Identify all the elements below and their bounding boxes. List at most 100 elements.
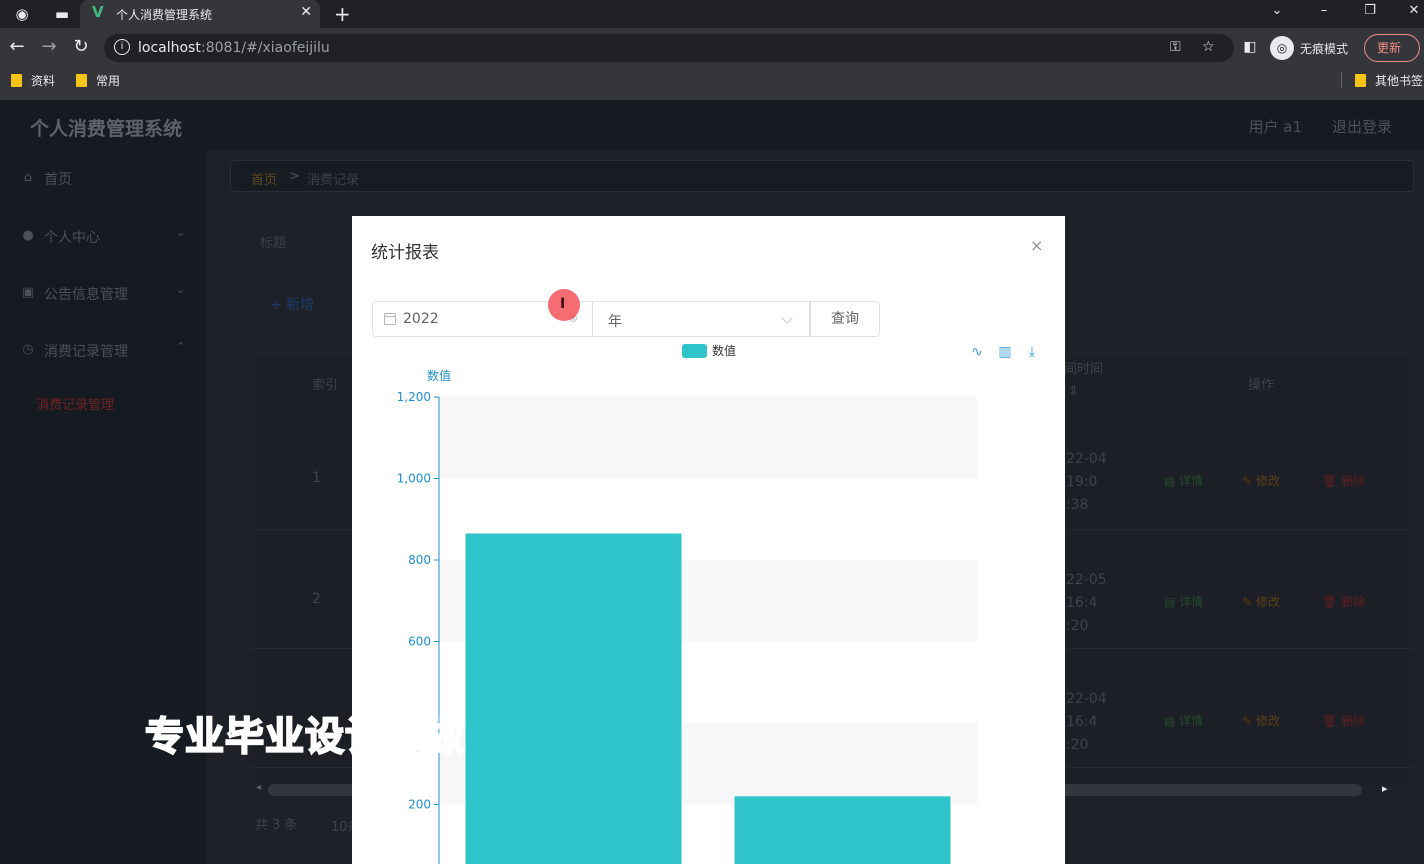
breadcrumb-home[interactable]: 首页 (251, 169, 277, 188)
sidebar-item-label: 消费记录管理 (44, 344, 128, 360)
time-column-header[interactable]: 间时间 (1064, 358, 1103, 377)
delete-button[interactable]: 🗑 删除 (1322, 712, 1365, 729)
update-button[interactable]: 更新 (1364, 34, 1420, 62)
back-icon[interactable]: ← (5, 36, 29, 57)
y-tick-label: 600 (408, 635, 431, 649)
calendar-icon (384, 313, 396, 325)
vue-logo-icon: V (92, 3, 104, 21)
sidebar-item-label: 首页 (44, 172, 72, 188)
bookmark-folder-2[interactable]: 常用 (76, 72, 120, 90)
row-time-line: 22-04 (1066, 451, 1107, 467)
edit-label: 修改 (1255, 595, 1280, 609)
chevron-down-icon (781, 312, 793, 324)
window-icon[interactable]: ▬ (52, 4, 72, 24)
row-index: 1 (312, 470, 321, 486)
row-time-line: :38 (1066, 497, 1089, 513)
bar (465, 533, 682, 864)
split-area-band (439, 397, 977, 479)
folder-icon (76, 74, 87, 87)
folder-icon (11, 74, 22, 87)
restore-icon[interactable]: ❐ (1358, 3, 1382, 18)
row-time-line: 22-05 (1066, 572, 1107, 588)
edit-button[interactable]: ✎ 修改 (1242, 472, 1280, 489)
legend-label: 数值 (712, 343, 736, 358)
sidebar-subitem-expense-records[interactable]: 消费记录管理 (36, 394, 114, 413)
detail-button[interactable]: ▤ 详情 (1164, 593, 1203, 610)
sidebar-item-home[interactable]: ⌂ 首页 (0, 159, 206, 199)
detail-button[interactable]: ▤ 详情 (1164, 712, 1203, 729)
detail-button[interactable]: ▤ 详情 (1164, 472, 1203, 489)
sidebar-item-expenses[interactable]: ◷ 消费记录管理 ⌃ (0, 331, 206, 371)
star-icon[interactable]: ☆ (1202, 39, 1215, 55)
row-time-line: 19:0 (1066, 474, 1098, 490)
edit-button[interactable]: ✎ 修改 (1242, 593, 1280, 610)
row-index: 2 (312, 591, 321, 607)
sidebar-item-notices[interactable]: ▣ 公告信息管理 ⌄ (0, 274, 206, 314)
site-info-icon[interactable]: i (114, 39, 130, 55)
y-tick-label: 800 (408, 553, 431, 567)
add-button[interactable]: + 新增 (270, 294, 314, 314)
pager-total: 共 3 条 (255, 818, 298, 833)
watermark-text: 专业毕业设计代做 (144, 714, 466, 761)
bar (734, 796, 951, 864)
close-icon[interactable]: × (1030, 236, 1043, 255)
detail-label: 详情 (1179, 595, 1204, 609)
forward-icon[interactable]: → (37, 36, 61, 57)
sidebar-item-profile[interactable]: ● 个人中心 ⌄ (0, 217, 206, 257)
url-path: :8081/#/xiaofeijilu (201, 40, 330, 56)
bookmark-folder-1[interactable]: 资料 (11, 72, 55, 90)
sidebar-item-label: 公告信息管理 (44, 287, 128, 303)
browser-tab[interactable]: V 个人消费管理系统 ✕ (80, 0, 320, 28)
period-type-value: 年 (608, 314, 622, 330)
chevron-up-icon: ⌃ (176, 340, 186, 353)
side-panel-icon[interactable]: ◧ (1238, 39, 1262, 55)
statistics-dialog: 统计报表 × 2022 ⊗ 年 查询 I ∿ ▥ ⤓ 数值数值200600800… (352, 216, 1065, 864)
logout-link[interactable]: 退出登录 (1332, 116, 1392, 137)
edit-label: 修改 (1255, 474, 1280, 488)
scroll-left-icon[interactable]: ◂ (256, 782, 261, 793)
address-bar[interactable]: i localhost :8081/#/xiaofeijilu ⚿ ☆ (104, 34, 1234, 62)
row-time-line: 16:4 (1066, 595, 1098, 611)
delete-button[interactable]: 🗑 删除 (1322, 593, 1365, 610)
other-bookmarks[interactable]: 其他书签 (1355, 72, 1424, 90)
scroll-right-icon[interactable]: ▸ (1382, 782, 1388, 795)
reload-icon[interactable]: ↻ (69, 36, 93, 57)
incognito-icon: ◎ (1270, 36, 1294, 60)
tab-close-icon[interactable]: ✕ (300, 4, 312, 20)
period-type-select[interactable]: 年 (592, 301, 810, 337)
edit-button[interactable]: ✎ 修改 (1242, 712, 1280, 729)
chevron-down-icon: ⌄ (176, 226, 186, 239)
incognito-label: 无痕模式 (1300, 42, 1349, 56)
app-header: 个人消费管理系统 用户 a1 退出登录 (0, 100, 1424, 150)
dialog-title: 统计报表 (371, 243, 439, 263)
row-time-line: 16:4 (1066, 714, 1098, 730)
globe-icon[interactable]: ◉ (12, 4, 32, 24)
sort-icon[interactable]: ⇕ (1068, 384, 1079, 399)
title-filter-label: 标题 (260, 236, 287, 251)
key-icon[interactable]: ⚿ (1170, 39, 1181, 55)
chevron-down-icon: ⌄ (176, 283, 186, 296)
delete-button[interactable]: 🗑 删除 (1322, 472, 1365, 489)
current-user: 用户 a1 (1248, 118, 1302, 136)
window-close-icon[interactable]: ✕ (1402, 3, 1424, 18)
breadcrumb-current: 消费记录 (307, 173, 360, 188)
sidebar-item-label: 个人中心 (44, 230, 100, 246)
detail-label: 详情 (1179, 474, 1204, 488)
app-title: 个人消费管理系统 (30, 118, 183, 140)
tab-strip: ◉ ▬ V 个人消费管理系统 ✕ + ⌄ – ❐ ✕ (0, 0, 1424, 28)
browser-toolbar: ← → ↻ i localhost :8081/#/xiaofeijilu ⚿ … (0, 30, 1424, 66)
row-time-line: :20 (1066, 737, 1089, 753)
row-time-line: 22-04 (1066, 691, 1107, 707)
breadcrumb-separator: > (289, 169, 300, 184)
legend-swatch (682, 344, 707, 358)
new-tab-button[interactable]: + (334, 2, 351, 26)
index-column-header: 索引 (312, 378, 339, 393)
minimize-icon[interactable]: – (1312, 3, 1336, 18)
query-button[interactable]: 查询 (810, 301, 880, 337)
breadcrumb: 首页 > 消费记录 (230, 160, 1414, 192)
text-cursor-icon: I (560, 296, 566, 312)
tab-search-icon[interactable]: ⌄ (1265, 3, 1289, 18)
bar-chart: 数值数值2006008001,0001,200 (397, 343, 977, 864)
y-tick-label: 1,200 (397, 390, 431, 404)
y-tick-label: 1,000 (397, 472, 431, 486)
